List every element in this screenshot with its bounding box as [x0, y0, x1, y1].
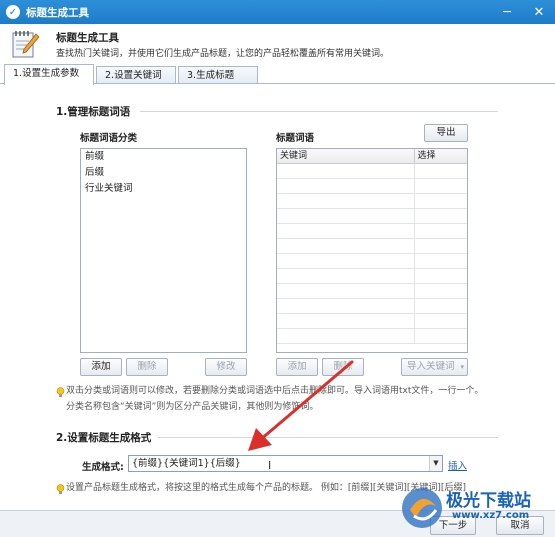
table-row — [277, 299, 467, 314]
section2-title: 2.设置标题生成格式 — [56, 432, 152, 444]
category-list[interactable]: 前缀 后缀 行业关键词 — [80, 148, 247, 353]
format-label: 生成格式: — [82, 462, 124, 473]
table-row — [277, 284, 467, 299]
tab-content: 1.管理标题词语 标题词语分类 标题词语 导出 前缀 后缀 行业关键词 关键词 … — [0, 83, 555, 510]
watermark-brand: 极光下载站 — [446, 491, 531, 511]
add-category-button[interactable]: 添加 — [80, 358, 122, 376]
keyword-grid[interactable]: 关键词 选择 — [276, 148, 468, 353]
app-icon: ✓ — [6, 5, 20, 19]
window-title: 标题生成工具 — [26, 6, 89, 19]
lightbulb-icon — [56, 387, 65, 397]
watermark-url: www.xz7.com — [452, 510, 530, 521]
tab-set-keywords[interactable]: 2.设置关键词 — [96, 66, 176, 84]
delete-category-button[interactable]: 删除 — [126, 358, 168, 376]
close-icon[interactable]: ✕ — [523, 0, 555, 24]
lightbulb-icon — [56, 484, 65, 494]
window-controls: ─ ✕ — [491, 0, 555, 24]
import-keywords-label: 导入关键词 — [407, 361, 455, 372]
list-item[interactable]: 后缀 — [81, 165, 246, 181]
notepad-pen-icon — [12, 31, 40, 58]
column-header-keyword[interactable]: 关键词 — [277, 149, 415, 163]
table-row — [277, 179, 467, 194]
tab-generation-params[interactable]: 1.设置生成参数 — [4, 64, 94, 85]
table-row — [277, 224, 467, 239]
section1-divider — [140, 111, 498, 112]
table-row — [277, 164, 467, 179]
annotation-arrow-icon — [248, 360, 354, 451]
table-row — [277, 269, 467, 284]
chevron-down-icon[interactable]: ▼ — [429, 456, 442, 471]
title-format-value: {前缀}{关键词1}{后缀} — [132, 458, 241, 469]
minimize-icon[interactable]: ─ — [491, 0, 523, 24]
table-row — [277, 239, 467, 254]
header: 标题生成工具 查找热门关键词，并使用它们生成产品标题，让您的产品轻松覆盖所有常用… — [0, 24, 555, 64]
tab-generate-titles[interactable]: 3.生成标题 — [178, 66, 258, 84]
header-description: 查找热门关键词，并使用它们生成产品标题，让您的产品轻松覆盖所有常用关键词。 — [56, 49, 390, 59]
table-row — [277, 314, 467, 329]
section1-title: 1.管理标题词语 — [56, 106, 131, 118]
table-row — [277, 329, 467, 344]
category-label: 标题词语分类 — [80, 133, 138, 144]
export-button[interactable]: 导出 — [424, 124, 468, 142]
insert-link[interactable]: 插入 — [448, 458, 467, 472]
header-title: 标题生成工具 — [56, 32, 119, 44]
grid-header: 关键词 选择 — [277, 149, 467, 164]
chevron-down-icon: ▾ — [460, 363, 464, 371]
list-item[interactable]: 前缀 — [81, 149, 246, 165]
window-titlebar: ✓ 标题生成工具 ─ ✕ — [0, 0, 555, 24]
table-row — [277, 254, 467, 269]
table-row — [277, 194, 467, 209]
table-row — [277, 209, 467, 224]
tab-bar: 1.设置生成参数 2.设置关键词 3.生成标题 — [0, 64, 555, 85]
list-item[interactable]: 行业关键词 — [81, 181, 246, 197]
column-header-select[interactable]: 选择 — [415, 149, 467, 163]
words-label: 标题词语 — [276, 133, 315, 144]
import-keywords-button[interactable]: 导入关键词 ▾ — [401, 358, 468, 376]
